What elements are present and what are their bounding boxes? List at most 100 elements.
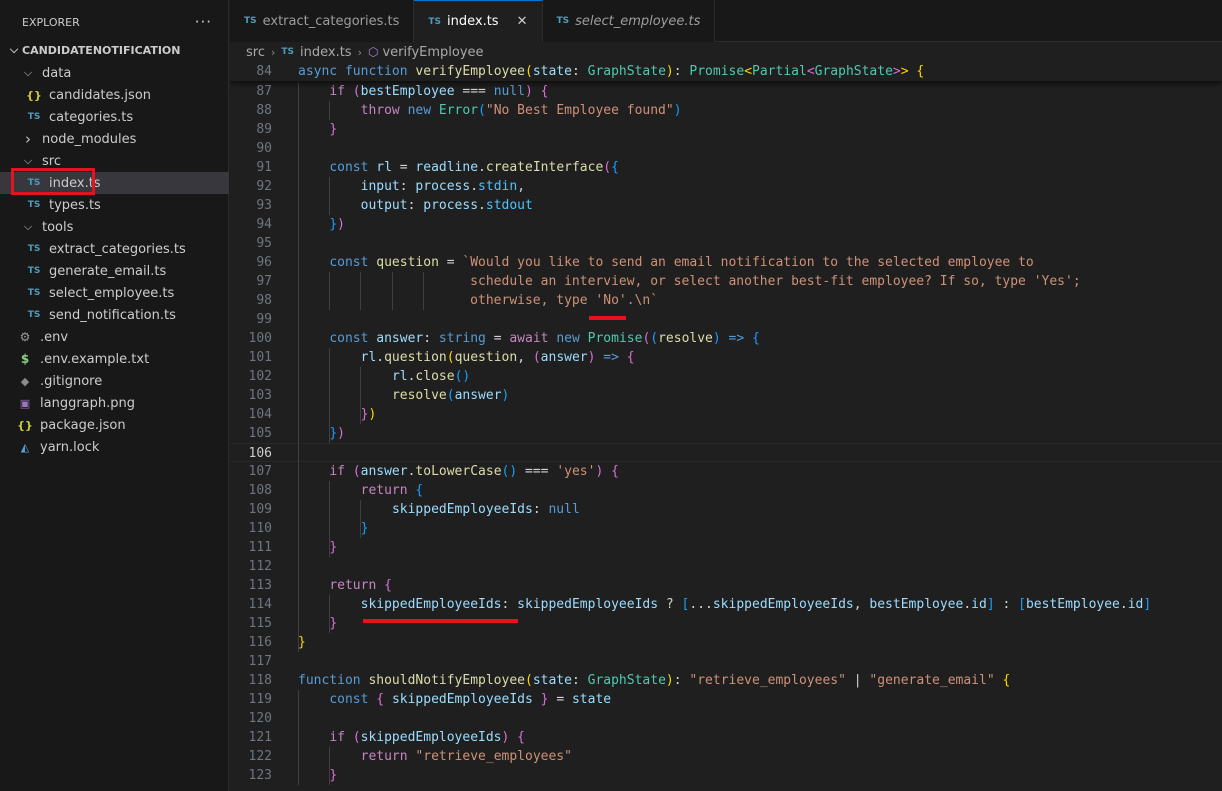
code-line[interactable]: 111 } — [230, 538, 1222, 557]
line-number: 109 — [248, 502, 272, 517]
tab-extract-categories[interactable]: TS extract_categories.ts — [230, 0, 415, 42]
indent-guide — [360, 500, 362, 538]
code-line[interactable]: 90 — [230, 139, 1222, 158]
tree-item-gitignore[interactable]: ◆ .gitignore — [0, 370, 229, 392]
code-line[interactable]: 100 const answer: string = await new Pro… — [230, 329, 1222, 348]
code-text: return { — [360, 483, 424, 498]
code-line[interactable]: 108 return { — [230, 481, 1222, 500]
tree-item-categories-ts[interactable]: TS categories.ts — [0, 106, 229, 128]
code-line[interactable]: 122 return "retrieve_employees" — [230, 747, 1222, 766]
code-line[interactable]: 103 resolve(answer) — [230, 386, 1222, 405]
code-line[interactable]: 123 } — [230, 766, 1222, 785]
explorer-root-folder[interactable]: ⌵ CANDIDATENOTIFICATION — [0, 39, 229, 61]
line-number: 93 — [256, 198, 272, 213]
tab-index[interactable]: TS index.ts ✕ — [414, 0, 543, 42]
code-line[interactable]: 112 — [230, 557, 1222, 576]
breadcrumb-file[interactable]: index.ts — [300, 45, 352, 60]
more-actions-icon[interactable]: ··· — [195, 13, 212, 31]
tab-label: index.ts — [447, 14, 499, 29]
line-number: 96 — [256, 255, 272, 270]
tab-select-employee[interactable]: TS select_employee.ts — [542, 0, 716, 42]
code-line[interactable]: 101 rl.question(question, (answer) => { — [230, 348, 1222, 367]
code-line[interactable]: 92 input: process.stdin, — [230, 177, 1222, 196]
tree-item-label: package.json — [40, 417, 126, 433]
red-underline-skipped-employee-ids — [363, 619, 518, 623]
typescript-file-icon: TS — [27, 310, 41, 320]
tree-item-package-json[interactable]: {} package.json — [0, 414, 229, 436]
line-number: 95 — [256, 236, 272, 251]
tree-item-extract-categories-ts[interactable]: TS extract_categories.ts — [0, 238, 229, 260]
typescript-file-icon: TS — [27, 266, 41, 276]
tree-item-index-ts[interactable]: TS index.ts — [0, 172, 229, 194]
code-line[interactable]: 113 return { — [230, 576, 1222, 595]
code-line[interactable]: 87 if (bestEmployee === null) { — [230, 82, 1222, 101]
code-editor[interactable]: 84 async function verifyEmployee(state: G… — [230, 62, 1222, 791]
tree-item-generate-email-ts[interactable]: TS generate_email.ts — [0, 260, 229, 282]
tree-item-tools[interactable]: ⌵ tools — [0, 216, 229, 238]
tree-item-types-ts[interactable]: TS types.ts — [0, 194, 229, 216]
indent-guide — [422, 272, 424, 310]
tree-item-node-modules[interactable]: › node_modules — [0, 128, 229, 150]
editor-tab-bar: TS extract_categories.ts TS index.ts ✕ T… — [230, 0, 1222, 42]
code-text: } — [329, 768, 338, 783]
code-line[interactable]: 120 — [230, 709, 1222, 728]
line-number: 107 — [248, 464, 272, 479]
code-line[interactable]: 106 — [230, 443, 1222, 462]
tree-item-src[interactable]: ⌵ src — [0, 150, 229, 172]
code-line[interactable]: 110 } — [230, 519, 1222, 538]
tree-item-yarn-lock[interactable]: ◭ yarn.lock — [0, 436, 229, 458]
tree-item-label: tools — [42, 219, 74, 235]
explorer-sidebar: EXPLORER ··· ⌵ CANDIDATENOTIFICATION ⌵ da… — [0, 0, 229, 791]
chevron-right-icon: › — [270, 45, 276, 59]
root-folder-label: CANDIDATENOTIFICATION — [22, 43, 181, 57]
chevron-down-icon: ⌵ — [23, 66, 33, 79]
explorer-title: EXPLORER — [22, 15, 80, 29]
code-line[interactable]: 121 if (skippedEmployeeIds) { — [230, 728, 1222, 747]
code-line[interactable]: 117 — [230, 652, 1222, 671]
code-line[interactable]: 114 skippedEmployeeIds: skippedEmployeeI… — [230, 595, 1222, 614]
tree-item-env[interactable]: ⚙ .env — [0, 326, 229, 348]
tree-item-send-notification-ts[interactable]: TS send_notification.ts — [0, 304, 229, 326]
code-line[interactable]: 104 }) — [230, 405, 1222, 424]
code-line[interactable]: 118 function shouldNotifyEmployee(state: … — [230, 671, 1222, 690]
code-line[interactable]: 95 — [230, 234, 1222, 253]
code-line[interactable]: 102 rl.close() — [230, 367, 1222, 386]
code-line[interactable]: 88 throw new Error("No Best Employee fou… — [230, 101, 1222, 120]
tree-item-label: index.ts — [49, 175, 101, 191]
code-line[interactable]: 91 const rl = readline.createInterface({ — [230, 158, 1222, 177]
tree-item-langgraph-png[interactable]: ▣ langgraph.png — [0, 392, 229, 414]
code-line[interactable]: 107 if (answer.toLowerCase() === 'yes') … — [230, 462, 1222, 481]
code-text: } — [329, 616, 338, 631]
tree-item-candidates-json[interactable]: {} candidates.json — [0, 84, 229, 106]
tree-item-env-example-txt[interactable]: $ .env.example.txt — [0, 348, 229, 370]
code-line[interactable]: 99 — [230, 310, 1222, 329]
line-number: 118 — [248, 673, 272, 688]
typescript-file-icon: TS — [27, 112, 41, 122]
code-line[interactable]: 97 schedule an interview, or select anot… — [230, 272, 1222, 291]
code-line[interactable]: 109 skippedEmployeeIds: null — [230, 500, 1222, 519]
code-text: return { — [329, 578, 392, 593]
sticky-scroll-line[interactable]: 84 async function verifyEmployee(state: G… — [230, 62, 1222, 81]
tree-item-data[interactable]: ⌵ data — [0, 62, 229, 84]
method-cube-icon: ⬡ — [368, 45, 379, 59]
code-line[interactable]: 115 } — [230, 614, 1222, 633]
code-line[interactable]: 93 output: process.stdout — [230, 196, 1222, 215]
code-text: if (skippedEmployeeIds) { — [329, 730, 525, 745]
code-line[interactable]: 94 }) — [230, 215, 1222, 234]
code-line[interactable]: 119 const { skippedEmployeeIds } = state — [230, 690, 1222, 709]
code-line[interactable]: 96 const question = `Would you like to s… — [230, 253, 1222, 272]
code-line[interactable]: 105 }) — [230, 424, 1222, 443]
typescript-file-icon: TS — [27, 244, 41, 254]
code-line[interactable]: 89 } — [230, 120, 1222, 139]
tree-item-select-employee-ts[interactable]: TS select_employee.ts — [0, 282, 229, 304]
breadcrumb-symbol[interactable]: verifyEmployee — [382, 45, 483, 60]
line-number: 120 — [248, 711, 272, 726]
close-icon[interactable]: ✕ — [517, 14, 528, 29]
code-line[interactable]: 116} — [230, 633, 1222, 652]
breadcrumb-folder[interactable]: src — [246, 45, 265, 60]
tree-item-label: generate_email.ts — [49, 263, 167, 279]
line-number: 121 — [248, 730, 272, 745]
code-text: skippedEmployeeIds: skippedEmployeeIds ?… — [360, 597, 1152, 612]
indent-guide — [329, 101, 331, 120]
code-line[interactable]: 98 otherwise, type 'No'.\n` — [230, 291, 1222, 310]
